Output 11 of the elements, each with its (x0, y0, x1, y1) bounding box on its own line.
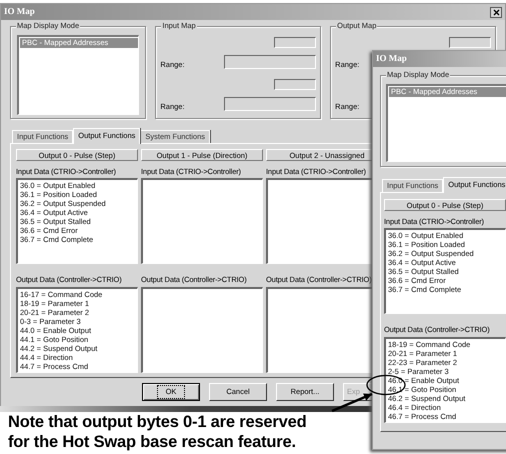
small-field[interactable] (448, 37, 491, 48)
close-button[interactable] (490, 6, 502, 18)
range-field[interactable] (224, 54, 316, 69)
small-field[interactable] (274, 79, 316, 90)
window-title: IO Map (4, 5, 35, 18)
window-title: IO Map (376, 52, 407, 66)
highlight-ellipse (366, 374, 406, 396)
small-field[interactable] (274, 37, 316, 48)
close-icon (492, 8, 500, 16)
annotation-text: Note that output bytes 0-1 are reserved for the Hot Swap base rescan feature. (8, 412, 308, 452)
range-field[interactable] (224, 96, 316, 111)
